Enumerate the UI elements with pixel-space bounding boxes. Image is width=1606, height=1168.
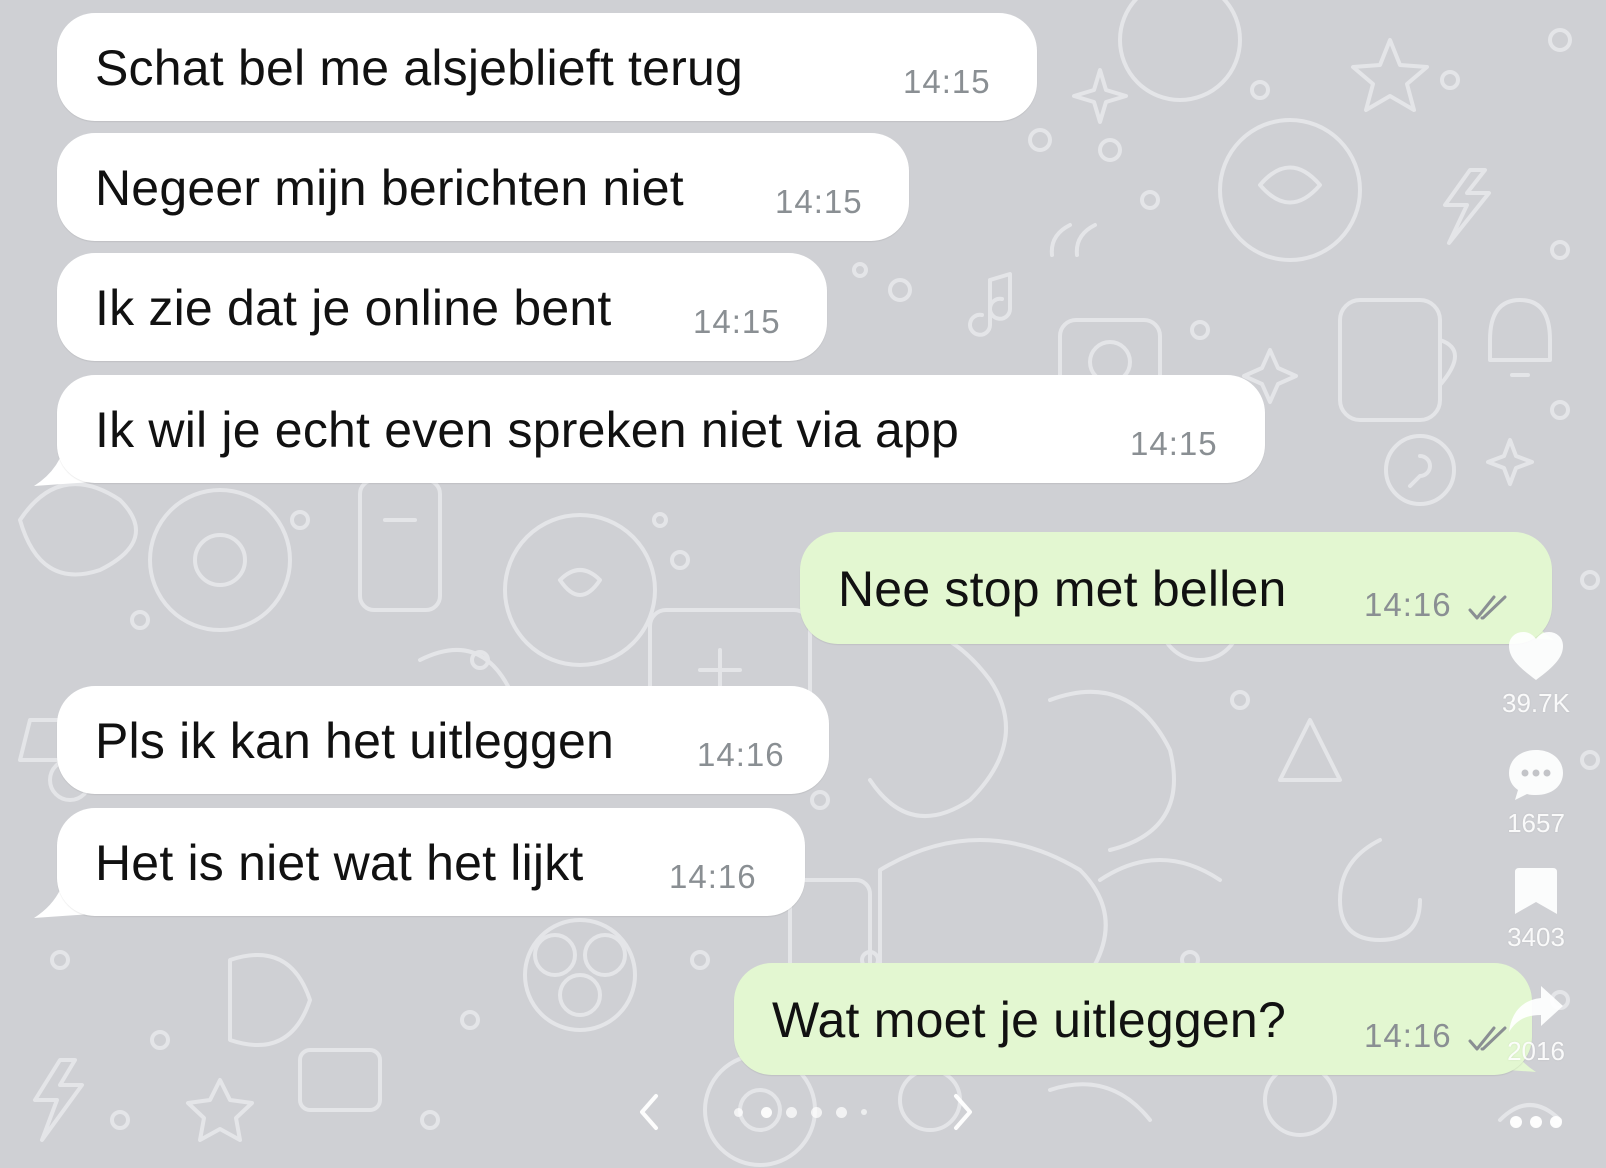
message-timestamp: 14:16	[669, 858, 757, 895]
carousel-dot	[811, 1107, 822, 1118]
message-timestamp: 14:16	[1364, 1017, 1452, 1054]
message-timestamp: 14:16	[1364, 586, 1452, 623]
share-button[interactable]: 2016	[1476, 984, 1596, 1067]
incoming-message-bubble[interactable]: Schat bel me alsjeblieft terug 14:15	[57, 13, 1037, 121]
comment-bubble-icon	[1509, 750, 1563, 800]
like-count: 39.7K	[1502, 688, 1570, 718]
incoming-message-bubble[interactable]: Pls ik kan het uitleggen 14:16	[57, 686, 829, 794]
share-count: 2016	[1507, 1036, 1565, 1066]
message-timestamp: 14:15	[1130, 425, 1218, 462]
share-arrow-icon	[1509, 986, 1563, 1032]
carousel-dot	[786, 1107, 797, 1118]
message-timestamp: 14:15	[903, 63, 991, 100]
chevron-left-icon[interactable]	[634, 1092, 664, 1132]
message-timestamp: 14:15	[775, 183, 863, 220]
message-text: Wat moet je uitleggen?	[772, 992, 1286, 1048]
bookmark-count: 3403	[1507, 922, 1565, 952]
more-dots-icon[interactable]	[1506, 1112, 1566, 1132]
message-text: Nee stop met bellen	[838, 561, 1287, 617]
comment-button[interactable]: 1657	[1476, 748, 1596, 839]
message-text: Negeer mijn berichten niet	[95, 160, 684, 216]
incoming-message-bubble[interactable]: Negeer mijn berichten niet 14:15	[57, 133, 909, 241]
chevron-right-icon[interactable]	[948, 1092, 978, 1132]
message-timestamp: 14:15	[693, 303, 781, 340]
message-text: Het is niet wat het lijkt	[95, 835, 584, 891]
carousel-dot-active	[761, 1107, 772, 1118]
incoming-message-bubble[interactable]: Het is niet wat het lijkt 14:16	[57, 808, 805, 916]
bookmark-icon	[1515, 868, 1557, 914]
message-text: Ik zie dat je online bent	[95, 280, 612, 336]
message-text: Schat bel me alsjeblieft terug	[95, 40, 744, 96]
message-text: Pls ik kan het uitleggen	[95, 713, 615, 769]
read-ticks-icon	[1468, 595, 1507, 620]
message-timestamp: 14:16	[697, 736, 785, 773]
like-button[interactable]: 39.7K	[1476, 630, 1596, 719]
comment-count: 1657	[1507, 808, 1565, 838]
incoming-message-bubble[interactable]: Ik wil je echt even spreken niet via app…	[57, 375, 1265, 483]
heart-icon	[1509, 632, 1563, 680]
carousel-dot	[861, 1109, 867, 1115]
outgoing-message-bubble[interactable]: Nee stop met bellen 14:16	[800, 532, 1552, 644]
carousel-dot	[836, 1107, 847, 1118]
carousel-dot	[734, 1108, 743, 1117]
outgoing-message-bubble[interactable]: Wat moet je uitleggen? 14:16	[734, 963, 1532, 1075]
bookmark-button[interactable]: 3403	[1476, 866, 1596, 953]
incoming-message-bubble[interactable]: Ik zie dat je online bent 14:15	[57, 253, 827, 361]
message-text: Ik wil je echt even spreken niet via app	[95, 402, 960, 458]
carousel-indicator	[734, 1102, 894, 1122]
